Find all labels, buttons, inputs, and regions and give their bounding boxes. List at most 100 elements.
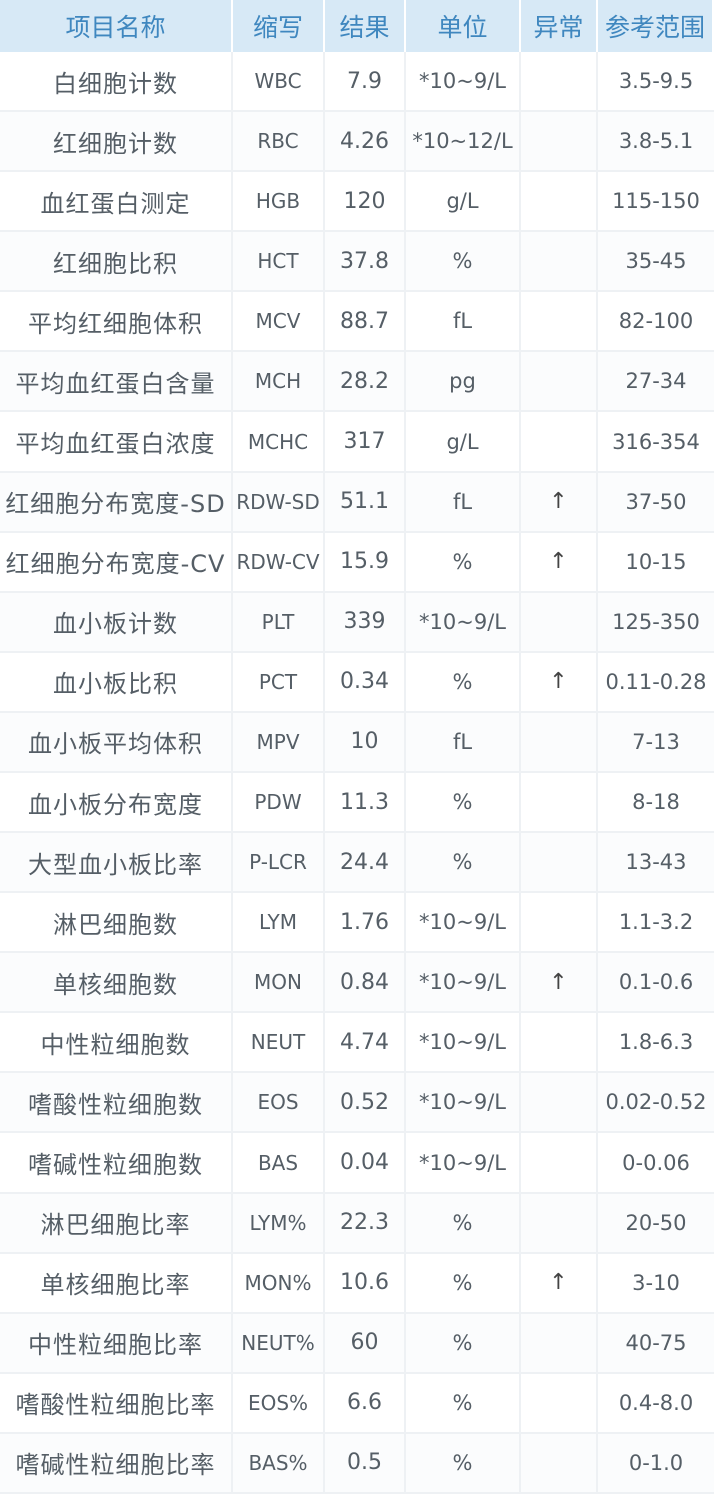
unit-cell: % (406, 1373, 521, 1434)
abnormal-up-arrow-icon (521, 52, 598, 113)
reference-range-cell: 13-43 (598, 833, 714, 894)
item-name-cell: 血小板平均体积 (0, 712, 233, 773)
header-abbreviation: 缩写 (233, 0, 325, 52)
header-unit: 单位 (406, 0, 521, 52)
result-cell: 28.2 (325, 352, 406, 413)
unit-cell: *10~9/L (406, 592, 521, 653)
reference-range-cell: 8-18 (598, 772, 714, 834)
abbreviation-cell: LYM (233, 893, 325, 954)
item-name-cell: 血小板计数 (0, 592, 233, 653)
result-cell: 6.6 (325, 1373, 406, 1434)
abnormal-up-arrow-icon (521, 893, 598, 954)
result-cell: 22.3 (325, 1193, 406, 1254)
unit-cell: fL (406, 712, 521, 773)
abbreviation-cell: RDW-SD (233, 472, 325, 533)
abnormal-up-arrow-icon (521, 412, 598, 473)
abnormal-up-arrow-icon: ↑ (521, 652, 598, 713)
item-name-cell: 单核细胞比率 (0, 1253, 233, 1314)
abnormal-up-arrow-icon (521, 1073, 598, 1134)
item-name-cell: 血红蛋白测定 (0, 172, 233, 233)
result-cell: 24.4 (325, 833, 406, 894)
result-cell: 317 (325, 412, 406, 473)
item-name-cell: 淋巴细胞数 (0, 893, 233, 954)
item-name-cell: 嗜碱性粒细胞比率 (0, 1433, 233, 1494)
reference-range-cell: 10-15 (598, 532, 714, 593)
abbreviation-cell: EOS% (233, 1373, 325, 1434)
abbreviation-cell: HGB (233, 172, 325, 233)
abnormal-up-arrow-icon (521, 1193, 598, 1254)
unit-cell: g/L (406, 412, 521, 473)
abbreviation-cell: MON% (233, 1253, 325, 1314)
reference-range-cell: 20-50 (598, 1193, 714, 1254)
item-name-cell: 红细胞计数 (0, 112, 233, 173)
abbreviation-cell: PDW (233, 772, 325, 834)
unit-cell: fL (406, 292, 521, 353)
header-item-name: 项目名称 (0, 0, 233, 52)
abnormal-up-arrow-icon: ↑ (521, 953, 598, 1014)
unit-cell: % (406, 1253, 521, 1314)
item-name-cell: 淋巴细胞比率 (0, 1193, 233, 1254)
abnormal-up-arrow-icon (521, 592, 598, 653)
reference-range-cell: 115-150 (598, 172, 714, 233)
unit-cell: % (406, 1193, 521, 1254)
abbreviation-cell: PCT (233, 652, 325, 713)
item-name-cell: 血小板分布宽度 (0, 772, 233, 834)
result-cell: 0.34 (325, 652, 406, 713)
item-name-cell: 嗜酸性粒细胞数 (0, 1073, 233, 1134)
result-cell: 339 (325, 592, 406, 653)
unit-cell: *10~9/L (406, 953, 521, 1014)
reference-range-cell: 37-50 (598, 472, 714, 533)
abnormal-up-arrow-icon (521, 772, 598, 834)
item-name-cell: 中性粒细胞比率 (0, 1313, 233, 1374)
abbreviation-cell: HCT (233, 232, 325, 293)
item-name-cell: 单核细胞数 (0, 953, 233, 1014)
unit-cell: *10~9/L (406, 52, 521, 113)
result-cell: 51.1 (325, 472, 406, 533)
reference-range-cell: 0.11-0.28 (598, 652, 714, 713)
abnormal-up-arrow-icon: ↑ (521, 1253, 598, 1314)
abnormal-up-arrow-icon: ↑ (521, 472, 598, 533)
abbreviation-cell: MCHC (233, 412, 325, 473)
abnormal-up-arrow-icon (521, 352, 598, 413)
lab-results-table: 项目名称 缩写 结果 单位 异常 参考范围 白细胞计数 WBC 7.9 *10~9/L… (0, 0, 724, 1494)
unit-cell: *10~12/L (406, 112, 521, 173)
reference-range-cell: 1.1-3.2 (598, 893, 714, 954)
abbreviation-cell: PLT (233, 592, 325, 653)
reference-range-cell: 3.8-5.1 (598, 112, 714, 173)
abnormal-up-arrow-icon (521, 1373, 598, 1434)
result-cell: 4.26 (325, 112, 406, 173)
result-cell: 10 (325, 712, 406, 773)
abbreviation-cell: NEUT (233, 1013, 325, 1074)
unit-cell: *10~9/L (406, 1073, 521, 1134)
unit-cell: % (406, 232, 521, 293)
item-name-cell: 血小板比积 (0, 652, 233, 713)
header-result: 结果 (325, 0, 406, 52)
abbreviation-cell: MON (233, 953, 325, 1014)
abnormal-up-arrow-icon: ↑ (521, 532, 598, 593)
result-cell: 7.9 (325, 52, 406, 113)
reference-range-cell: 1.8-6.3 (598, 1013, 714, 1074)
abnormal-up-arrow-icon (521, 292, 598, 353)
reference-range-cell: 40-75 (598, 1313, 714, 1374)
unit-cell: % (406, 1313, 521, 1374)
reference-range-cell: 0-0.06 (598, 1133, 714, 1194)
item-name-cell: 白细胞计数 (0, 52, 233, 113)
unit-cell: *10~9/L (406, 1133, 521, 1194)
unit-cell: fL (406, 472, 521, 533)
result-cell: 4.74 (325, 1013, 406, 1074)
item-name-cell: 大型血小板比率 (0, 833, 233, 894)
unit-cell: g/L (406, 172, 521, 233)
result-cell: 60 (325, 1313, 406, 1374)
unit-cell: % (406, 772, 521, 834)
reference-range-cell: 0.4-8.0 (598, 1373, 714, 1434)
abnormal-up-arrow-icon (521, 172, 598, 233)
result-cell: 10.6 (325, 1253, 406, 1314)
abnormal-up-arrow-icon (521, 1133, 598, 1194)
result-cell: 0.5 (325, 1433, 406, 1494)
header-abnormal: 异常 (521, 0, 598, 52)
item-name-cell: 红细胞分布宽度-SD (0, 472, 233, 533)
unit-cell: % (406, 652, 521, 713)
abbreviation-cell: MCH (233, 352, 325, 413)
unit-cell: *10~9/L (406, 1013, 521, 1074)
abnormal-up-arrow-icon (521, 232, 598, 293)
